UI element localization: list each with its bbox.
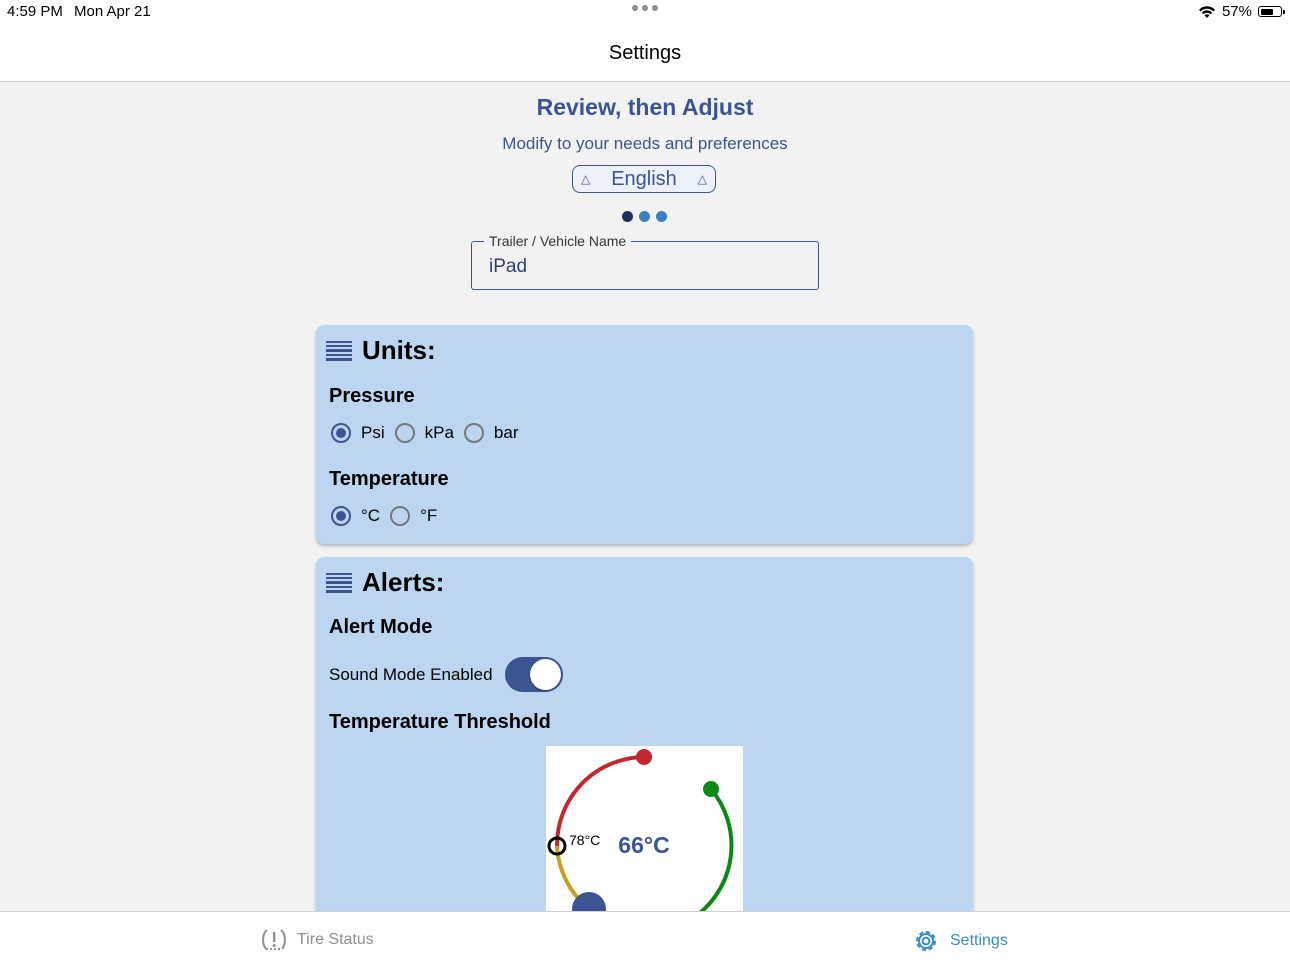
page-dot[interactable]: [622, 211, 633, 222]
status-date: Mon Apr 21: [74, 3, 151, 20]
wifi-icon: [1198, 5, 1215, 18]
status-time: 4:59 PM: [7, 3, 63, 20]
units-title: Units:: [362, 335, 436, 365]
chevron-up-icon: △: [697, 172, 707, 186]
battery-icon: [1258, 6, 1285, 17]
radio-label: kPa: [424, 423, 454, 442]
status-bar: 4:59 PM Mon Apr 21 57%: [0, 0, 1290, 24]
pressure-label: Pressure: [329, 385, 415, 407]
alerts-title: Alerts:: [362, 567, 445, 597]
normal-threshold-handle[interactable]: [703, 781, 719, 797]
status-right: 57%: [1198, 3, 1285, 20]
section-heading: Review, then Adjust: [536, 94, 754, 120]
units-header: Units:: [326, 335, 436, 366]
page-dot[interactable]: [639, 211, 650, 222]
temperature-radio-group: °C °F: [331, 506, 447, 526]
page-indicator[interactable]: [622, 211, 667, 222]
drag-handle-icon[interactable]: [326, 572, 352, 593]
pressure-option-bar[interactable]: bar: [463, 423, 519, 443]
tab-label: Settings: [950, 932, 1008, 949]
page-title: Settings: [608, 42, 682, 64]
gauge-svg[interactable]: 78°C 66°C: [546, 746, 743, 911]
pressure-radio-group: Psi kPa bar: [331, 423, 529, 443]
radio-label: °C: [361, 506, 381, 525]
vehicle-name-field[interactable]: Trailer / Vehicle Name: [471, 233, 819, 290]
radio-selected-icon[interactable]: [331, 423, 351, 443]
settings-content[interactable]: Review, then Adjust Modify to your needs…: [0, 82, 1290, 911]
radio-icon[interactable]: [463, 423, 484, 443]
temperature-threshold-gauge[interactable]: 78°C 66°C: [546, 746, 743, 911]
section-subtitle: Modify to your needs and preferences: [502, 134, 788, 153]
radio-icon[interactable]: [394, 423, 415, 443]
language-label: English: [611, 167, 677, 190]
tab-settings[interactable]: Settings: [912, 927, 1008, 955]
language-picker[interactable]: △ English △: [572, 165, 716, 193]
temperature-threshold-label: Temperature Threshold: [329, 711, 551, 733]
radio-icon[interactable]: [390, 506, 411, 526]
battery-percent: 57%: [1221, 3, 1252, 20]
alerts-card: Alerts: Alert Mode Sound Mode Enabled Te…: [316, 557, 973, 911]
sound-mode-toggle[interactable]: [504, 657, 563, 692]
chevron-up-icon: △: [581, 172, 591, 186]
marker-temperature-label: 78°C: [569, 832, 600, 848]
sound-mode-row: Sound Mode Enabled: [329, 657, 563, 692]
radio-label: bar: [493, 423, 519, 442]
tab-label: Tire Status: [297, 931, 374, 948]
alert-mode-label: Alert Mode: [329, 616, 433, 638]
units-card: Units: Pressure Psi kPa bar Temperature …: [316, 325, 973, 544]
vehicle-name-input[interactable]: [489, 256, 789, 278]
radio-label: Psi: [361, 423, 385, 442]
pressure-option-kpa[interactable]: kPa: [394, 423, 454, 443]
temperature-option-fahrenheit[interactable]: °F: [390, 506, 437, 526]
gear-icon: [916, 931, 936, 951]
temperature-option-celsius[interactable]: °C: [331, 506, 380, 526]
tire-pressure-warning-icon: [262, 929, 286, 950]
pressure-option-psi[interactable]: Psi: [331, 423, 385, 443]
radio-selected-icon[interactable]: [331, 506, 351, 526]
sound-mode-label: Sound Mode Enabled: [329, 664, 493, 684]
navigation-bar: Settings: [0, 24, 1290, 82]
multitasking-dots-icon[interactable]: [632, 5, 658, 11]
tab-tire-status[interactable]: Tire Status: [261, 927, 374, 953]
threshold-value-label: 66°C: [618, 832, 669, 858]
radio-label: °F: [420, 506, 438, 525]
tab-bar: Tire Status Settings: [0, 911, 1290, 969]
max-threshold-handle[interactable]: [636, 749, 652, 765]
alerts-header: Alerts:: [326, 567, 444, 598]
vehicle-name-label: Trailer / Vehicle Name: [484, 233, 632, 249]
page-dot[interactable]: [656, 211, 667, 222]
temperature-label: Temperature: [329, 468, 449, 490]
drag-handle-icon[interactable]: [326, 340, 352, 361]
